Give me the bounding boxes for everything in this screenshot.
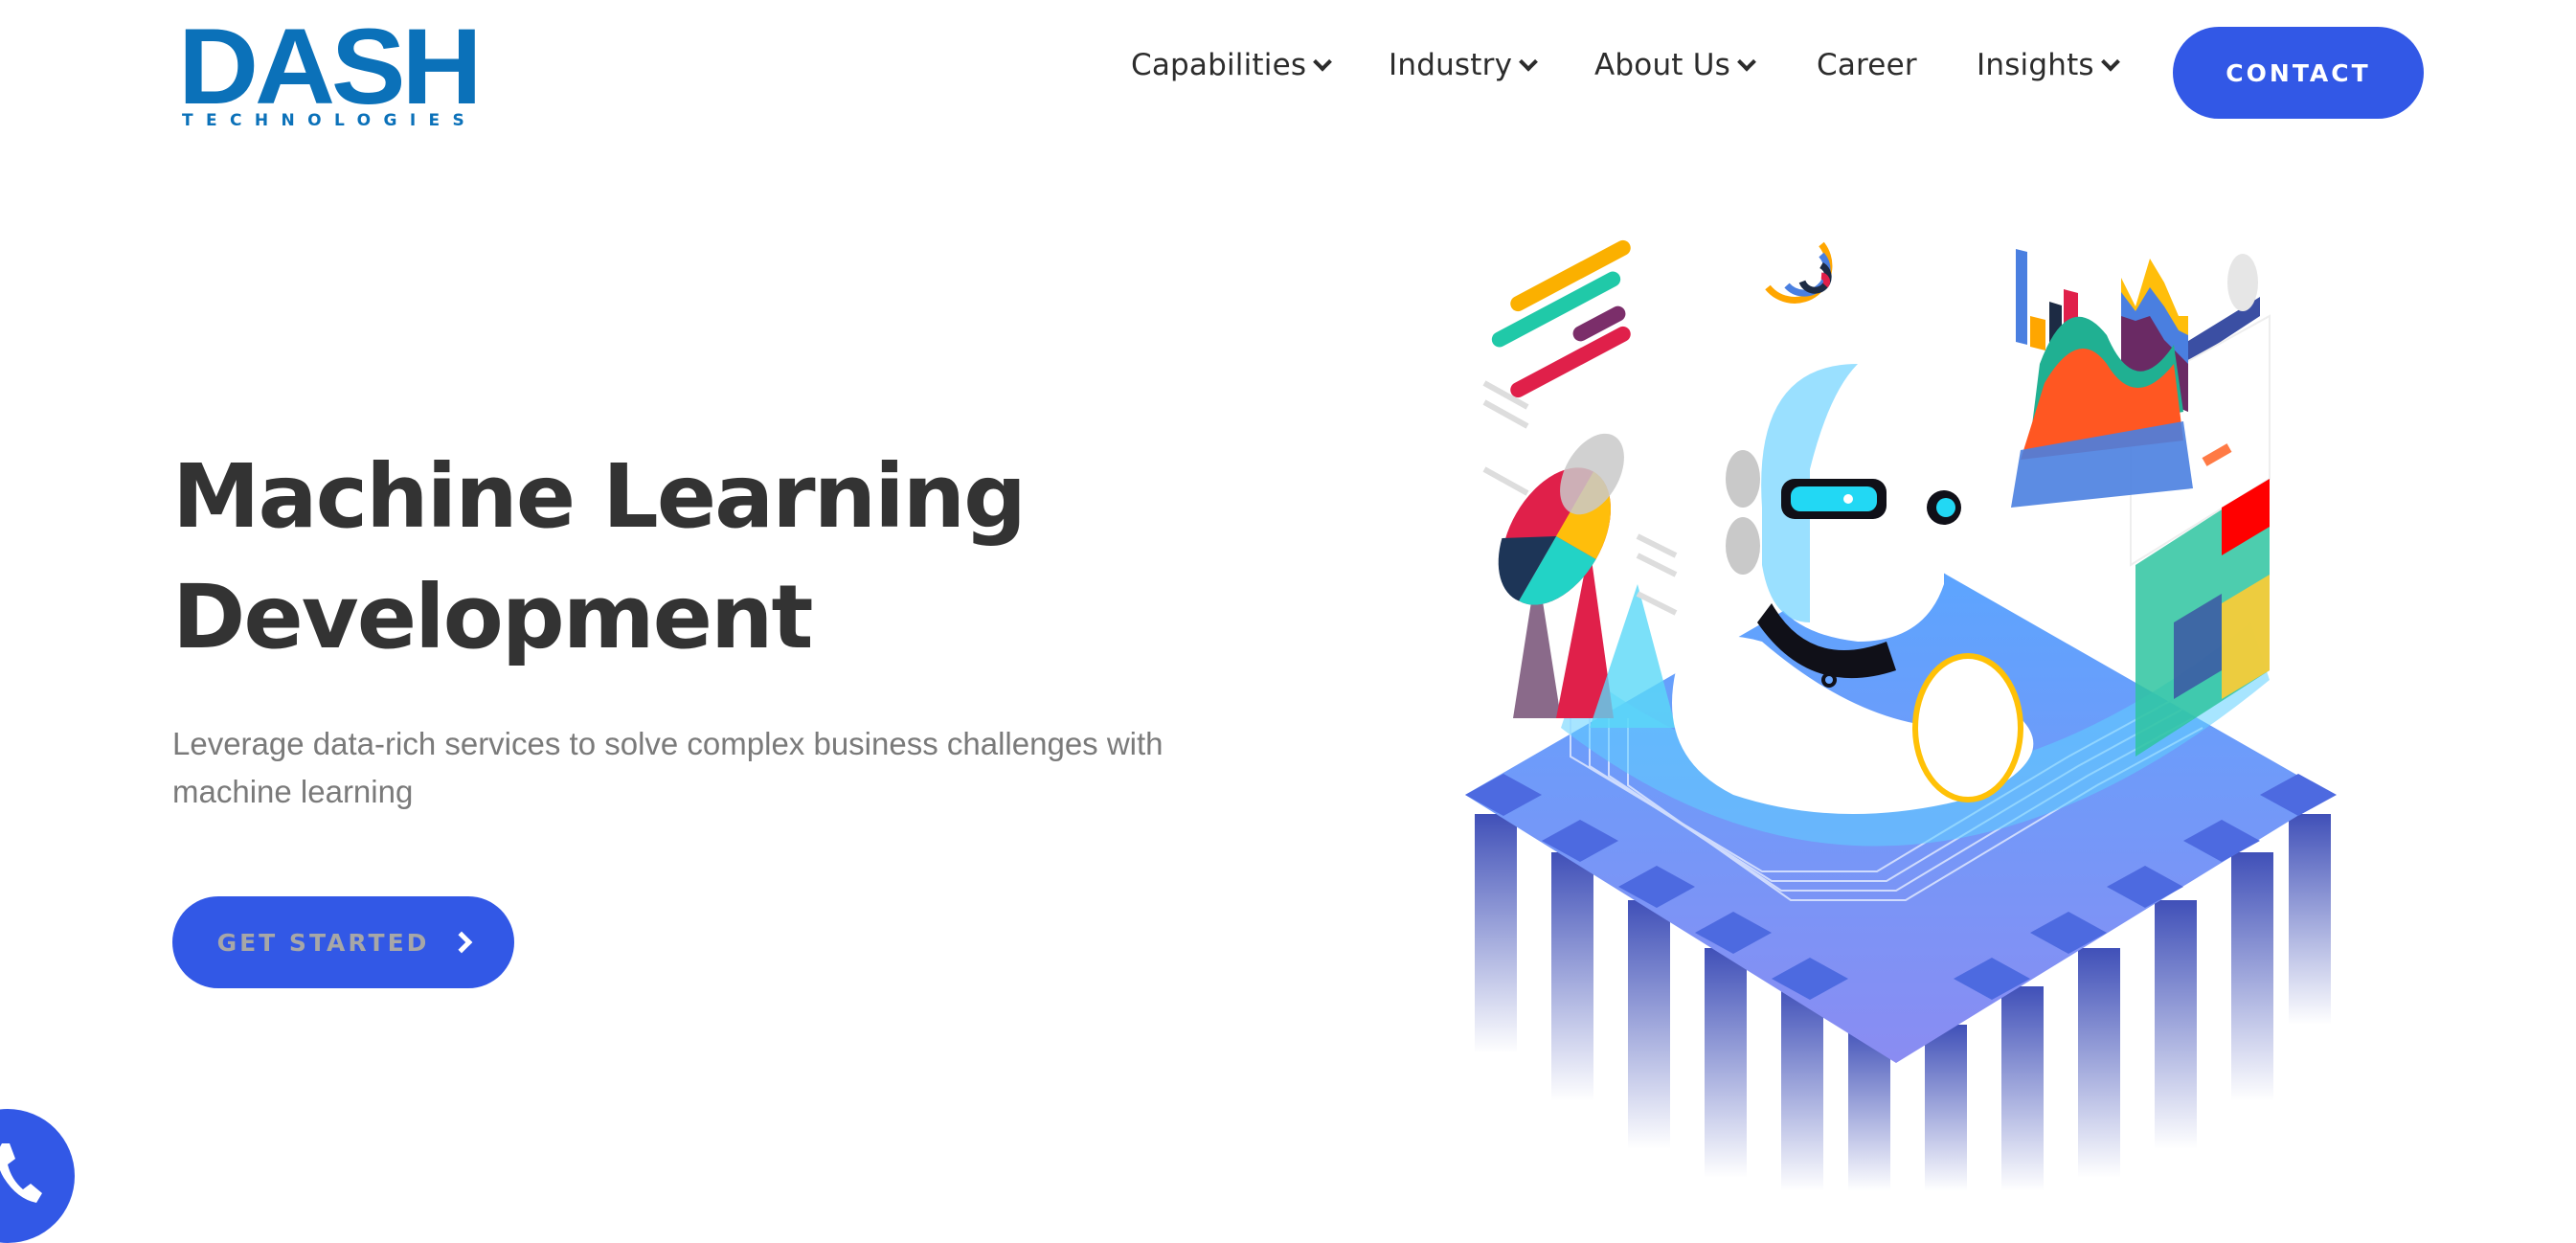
nav-item-label: Career: [1817, 48, 1917, 82]
nav-item-industry[interactable]: Industry: [1389, 48, 1539, 82]
nav-item-label: About Us: [1594, 48, 1730, 82]
chevron-down-icon: [1519, 52, 1539, 72]
robot: [1672, 364, 2034, 814]
radial-bar-chart: [1765, 241, 1833, 304]
page-title-line1: Machine Learning: [172, 445, 1027, 548]
nav-item-capabilities[interactable]: Capabilities: [1131, 48, 1333, 82]
nav-item-label: Capabilities: [1131, 48, 1307, 82]
nav-item-insights[interactable]: Insights: [1977, 48, 2120, 82]
call-button[interactable]: [0, 1109, 75, 1243]
page-title: Machine Learning Development: [172, 437, 1322, 678]
chevron-down-icon: [2100, 52, 2120, 72]
contact-button[interactable]: CONTACT: [2173, 27, 2424, 119]
page-title-line2: Development: [172, 566, 813, 668]
chevron-down-icon: [1737, 52, 1756, 72]
pie-chart: [1498, 433, 1624, 605]
get-started-button[interactable]: GET STARTED: [172, 896, 514, 988]
hero-subtitle: Leverage data-rich services to solve com…: [172, 726, 1164, 809]
nav-item-career[interactable]: Career: [1817, 48, 1917, 82]
nav-item-label: Insights: [1977, 48, 2094, 82]
phone-icon: [0, 1143, 42, 1203]
brand-logo-tagline: TECHNOLOGIES: [182, 111, 478, 130]
chevron-right-icon: [451, 931, 473, 954]
brand-logo[interactable]: DASH TECHNOLOGIES: [178, 13, 483, 132]
nav-item-about-us[interactable]: About Us: [1594, 48, 1756, 82]
brand-logo-wordmark: DASH: [178, 7, 483, 126]
nav-item-label: Industry: [1389, 48, 1513, 82]
progress-bars-panel: [1491, 239, 1631, 398]
machine-learning-illustration: [1465, 239, 2337, 1191]
get-started-label: GET STARTED: [216, 928, 430, 957]
chevron-down-icon: [1313, 52, 1333, 72]
